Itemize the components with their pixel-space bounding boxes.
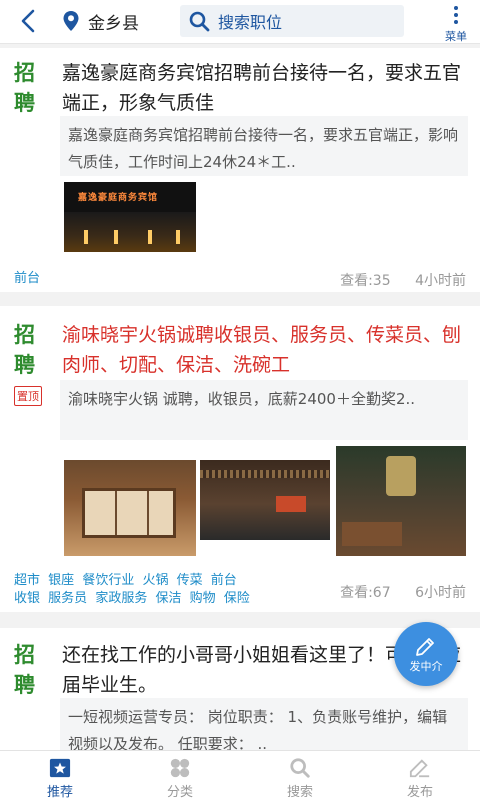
- tag[interactable]: 超市: [14, 573, 40, 588]
- location-pin-icon: [63, 11, 79, 31]
- post-time: 6小时前: [415, 585, 466, 601]
- tag[interactable]: 服务员: [48, 591, 87, 606]
- tag[interactable]: 家政服务: [95, 591, 147, 606]
- badge-char: 招: [14, 323, 35, 347]
- post-type-badge: 招 聘 置顶: [14, 320, 46, 406]
- back-button[interactable]: [14, 6, 44, 36]
- post-meta: 查看:35 4小时前: [320, 270, 466, 290]
- post-image[interactable]: 嘉逸豪庭商务宾馆: [64, 182, 196, 252]
- post-title[interactable]: 嘉逸豪庭商务宾馆招聘前台接待一名，要求五官端正，形象气质佳: [62, 58, 468, 118]
- menu-label: 菜单: [445, 30, 467, 43]
- tab-category[interactable]: 分类: [120, 751, 240, 800]
- recommend-icon: [49, 758, 71, 778]
- post-description: 嘉逸豪庭商务宾馆招聘前台接待一名，要求五官端正，影响气质佳，工作时间上24休24…: [60, 116, 468, 176]
- pinned-badge: 置顶: [14, 386, 42, 406]
- category-icon: [170, 758, 190, 778]
- tab-label: 分类: [166, 785, 193, 800]
- hotel-sign: 嘉逸豪庭商务宾馆: [78, 193, 159, 203]
- tag[interactable]: 前台: [211, 573, 237, 588]
- post-image[interactable]: [64, 460, 196, 556]
- fab-label: 发中介: [409, 660, 443, 673]
- city-label: 金乡县: [88, 13, 139, 34]
- post-title[interactable]: 渝味晓宇火锅诚聘收银员、服务员、传菜员、刨肉师、切配、保洁、洗碗工: [62, 320, 468, 380]
- more-vertical-icon: [454, 4, 458, 25]
- tag[interactable]: 保洁: [155, 591, 181, 606]
- badge-char: 聘: [14, 91, 35, 115]
- tag[interactable]: 银座: [48, 573, 74, 588]
- job-post[interactable]: 招 聘 嘉逸豪庭商务宾馆招聘前台接待一名，要求五官端正，形象气质佳 嘉逸豪庭商务…: [0, 48, 480, 292]
- tab-recommend[interactable]: 推荐: [0, 751, 120, 800]
- location-selector[interactable]: 金乡县: [62, 7, 139, 35]
- badge-char: 招: [14, 643, 35, 667]
- tab-search[interactable]: 搜索: [240, 751, 360, 800]
- pencil-icon: [416, 638, 434, 656]
- post-type-badge: 招 聘: [14, 640, 46, 700]
- post-type-badge: 招 聘: [14, 58, 46, 118]
- badge-char: 聘: [14, 673, 35, 697]
- job-post[interactable]: 招 聘 置顶 渝味晓宇火锅诚聘收银员、服务员、传菜员、刨肉师、切配、保洁、洗碗工…: [0, 306, 480, 612]
- post-description: 一短视频运营专员： 岗位职责： 1、负责账号维护，编辑视频以及发布。 任职要求：…: [60, 698, 468, 750]
- post-meta: 查看:67 6小时前: [320, 582, 466, 602]
- badge-char: 聘: [14, 353, 35, 377]
- tag[interactable]: 前台: [14, 271, 40, 286]
- chevron-left-icon: [21, 9, 35, 33]
- menu-button[interactable]: 菜单: [436, 2, 476, 43]
- search-icon: [189, 11, 210, 32]
- post-image[interactable]: [200, 460, 330, 540]
- tags-row: 收银 服务员 家政服务 保洁 购物 保险: [14, 590, 254, 608]
- post-image[interactable]: [336, 446, 466, 556]
- tag[interactable]: 购物: [190, 591, 216, 606]
- tag[interactable]: 收银: [14, 591, 40, 606]
- post-tags: 前台: [14, 270, 44, 288]
- search-icon: [290, 758, 310, 778]
- search-placeholder: 搜索职位: [218, 13, 283, 32]
- search-input[interactable]: 搜索职位: [180, 5, 404, 37]
- view-count: 查看:35: [340, 273, 391, 289]
- tab-label: 推荐: [46, 785, 73, 800]
- bottom-nav: 推荐 分类 搜索 发布: [0, 750, 480, 800]
- tag[interactable]: 保险: [224, 591, 250, 606]
- post-time: 4小时前: [415, 273, 466, 289]
- tag[interactable]: 火锅: [142, 573, 168, 588]
- tab-label: 搜索: [286, 785, 313, 800]
- post-description: 渝味晓宇火锅 诚聘，收银员，底薪2400＋全勤奖2..: [60, 380, 468, 440]
- post-tags: 超市 银座 餐饮行业 火锅 传菜 前台 收银 服务员 家政服务 保洁 购物 保险: [14, 572, 254, 608]
- tag[interactable]: 餐饮行业: [82, 573, 134, 588]
- badge-char: 招: [14, 61, 35, 85]
- tab-publish[interactable]: 发布: [360, 751, 480, 800]
- tab-label: 发布: [406, 785, 433, 800]
- top-bar: 金乡县 搜索职位 菜单: [0, 0, 480, 44]
- post-agency-button[interactable]: 发中介: [394, 622, 458, 686]
- publish-icon: [409, 759, 430, 778]
- tags-row: 超市 银座 餐饮行业 火锅 传菜 前台: [14, 572, 254, 590]
- view-count: 查看:67: [340, 585, 391, 601]
- tag[interactable]: 传菜: [177, 573, 203, 588]
